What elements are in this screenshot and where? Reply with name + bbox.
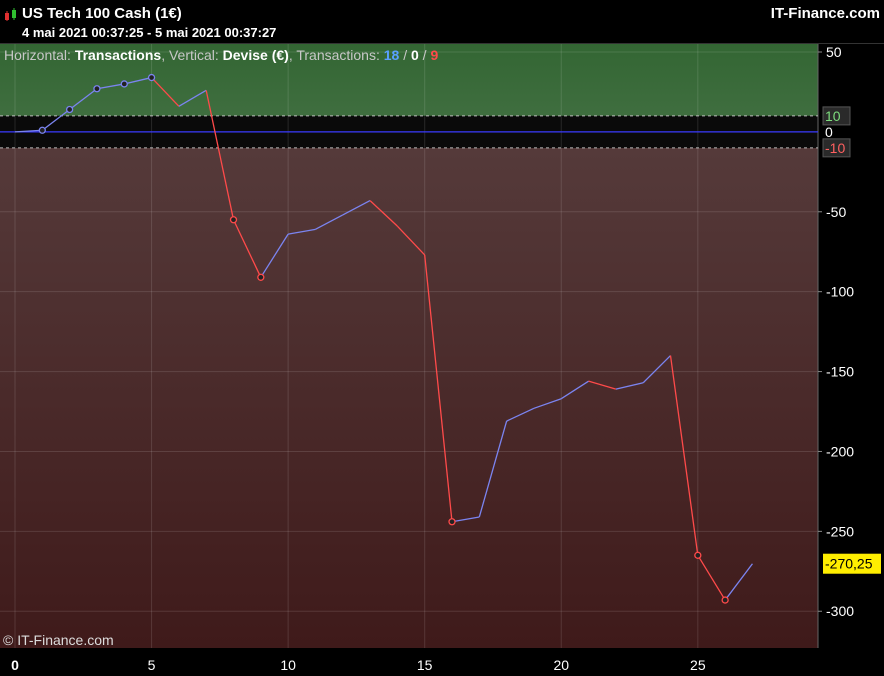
y-axis: 50 -50 -100 -150 -200 -250 -300 100-10 -270,25: [818, 44, 881, 619]
trade-marker: [93, 85, 101, 93]
current-value-label: -270,25: [825, 556, 873, 572]
vertical-value: Devise (€): [222, 47, 289, 63]
x-tick-label: 25: [690, 657, 706, 673]
x-axis: 0 5 10 15 20 25: [11, 657, 706, 673]
x-tick-label: 15: [417, 657, 433, 673]
separator: /: [418, 47, 431, 63]
y-tick-label: -200: [826, 443, 854, 459]
copyright-notice: © IT-Finance.com: [3, 632, 114, 648]
winning-count: 18: [383, 47, 400, 63]
y-tick-label: 50: [826, 44, 842, 60]
vertical-label: , Vertical:: [161, 47, 223, 63]
trade-marker: [721, 596, 729, 604]
brand-name: IT-Finance.com: [770, 5, 880, 22]
trade-marker: [257, 273, 265, 281]
neutral-count: 0: [411, 47, 419, 63]
y-tick-label: -150: [826, 364, 854, 380]
separator: /: [399, 47, 411, 63]
transactions-label: , Transactions:: [288, 47, 384, 63]
date-range: 4 mai 2021 00:37:25 - 5 mai 2021 00:37:2…: [22, 25, 277, 40]
x-tick-label: 10: [280, 657, 296, 673]
trade-marker: [147, 73, 156, 82]
y-tick-label: -250: [826, 523, 854, 539]
losing-count: 9: [430, 47, 439, 63]
x-tick-label: 0: [11, 657, 19, 673]
trade-marker: [120, 80, 128, 88]
y-tick-label: -300: [826, 603, 854, 619]
y-tick-label: -50: [826, 204, 846, 220]
x-tick-label: 5: [148, 657, 156, 673]
trade-marker: [38, 126, 46, 134]
chart-info-bar: Horizontal: Transactions, Vertical: Devi…: [4, 47, 438, 63]
equity-chart: 50-50-100-150-200-250-300100-10-270,25 0…: [0, 44, 881, 673]
trade-marker: [65, 105, 74, 114]
trade-marker: [448, 518, 456, 526]
x-tick-label: 20: [553, 657, 569, 673]
horizontal-value: Transactions: [74, 47, 162, 63]
chart-header: US Tech 100 Cash (1€) 4 mai 2021 00:37:2…: [0, 0, 884, 44]
threshold-label: 10: [825, 108, 841, 124]
threshold-label: 0: [825, 124, 833, 140]
horizontal-label: Horizontal:: [4, 47, 75, 63]
instrument-title: US Tech 100 Cash (1€): [22, 5, 182, 22]
y-tick-label: -100: [826, 284, 854, 300]
threshold-label: -10: [825, 140, 845, 156]
trade-marker: [694, 551, 702, 559]
loss-zone: [0, 147, 818, 648]
trade-marker: [229, 216, 238, 224]
candlestick-icon: [5, 8, 16, 21]
